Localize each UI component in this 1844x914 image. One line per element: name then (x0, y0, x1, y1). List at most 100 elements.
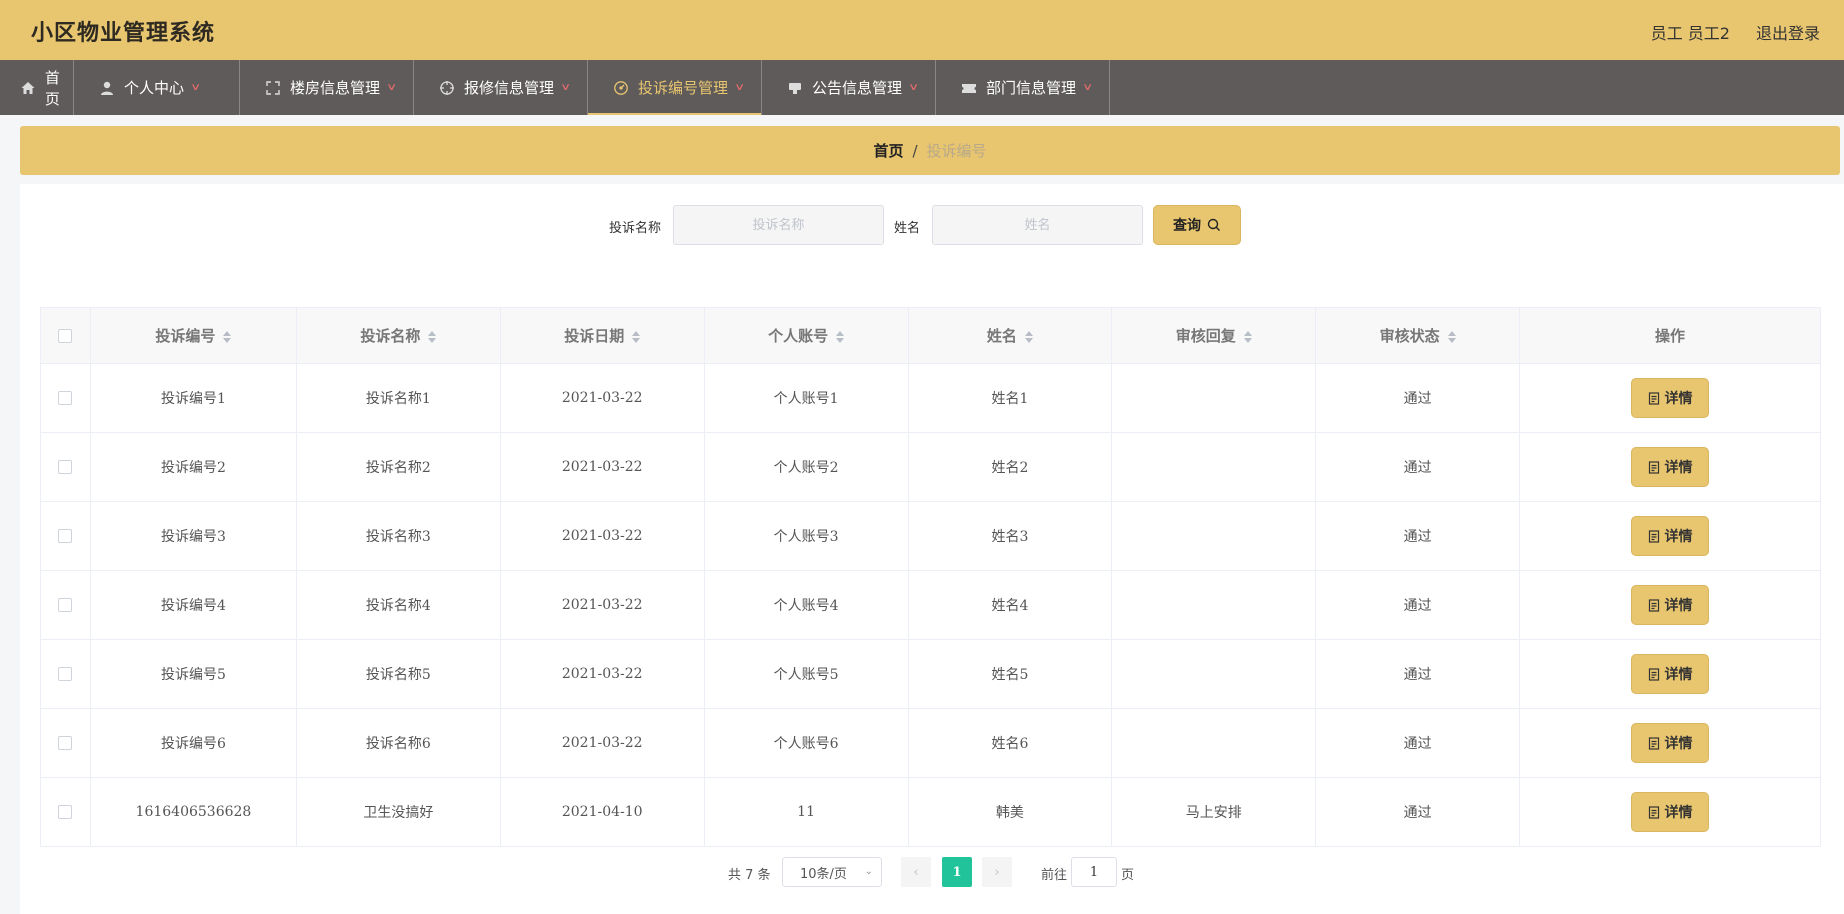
table-cell: 通过 (1315, 501, 1521, 571)
table-cell: 投诉名称1 (295, 363, 501, 433)
nav-item-5[interactable]: 公告信息管理 ∨ (762, 60, 936, 115)
detail-button[interactable]: 详情 (1631, 723, 1710, 763)
search-icon (1207, 218, 1221, 232)
nav-item-3[interactable]: 报修信息管理 ∨ (414, 60, 588, 115)
table-cell: 个人账号6 (703, 708, 909, 778)
table-cell: 2021-03-22 (499, 570, 705, 640)
column-header[interactable]: 审核回复 (1111, 307, 1317, 364)
table-cell: 通过 (1315, 363, 1521, 433)
column-header[interactable]: 投诉编号 (89, 307, 297, 364)
table-cell: 投诉名称4 (295, 570, 501, 640)
row-select-cell (40, 639, 91, 709)
table-cell (1111, 363, 1317, 433)
detail-button[interactable]: 详情 (1631, 792, 1710, 832)
search-button[interactable]: 查询 (1153, 205, 1241, 245)
speedometer-icon (612, 79, 630, 97)
column-header-label: 姓名 (986, 327, 1017, 345)
document-icon (1648, 736, 1660, 750)
column-header[interactable]: 姓名 (907, 307, 1113, 364)
nav-item-6[interactable]: 部门信息管理 ∨ (936, 60, 1110, 115)
column-header-label: 投诉名称 (360, 327, 421, 345)
detail-button[interactable]: 详情 (1631, 516, 1710, 556)
goto-unit: 页 (1121, 868, 1135, 883)
table-cell: 个人账号1 (703, 363, 909, 433)
logout-link[interactable]: 退出登录 (1756, 20, 1820, 44)
table-cell: 个人账号4 (703, 570, 909, 640)
table-cell: 卫生没搞好 (295, 777, 501, 847)
row-checkbox[interactable] (58, 529, 73, 543)
sort-icon[interactable] (632, 330, 641, 343)
page-size-select[interactable]: 10条/页 ⌄ (782, 857, 882, 887)
document-icon (1648, 805, 1660, 819)
table-cell: 个人账号2 (703, 432, 909, 502)
column-header-label: 投诉日期 (564, 327, 625, 345)
sort-icon[interactable] (428, 330, 437, 343)
column-header[interactable]: 投诉日期 (499, 307, 705, 364)
detail-button[interactable]: 详情 (1631, 378, 1710, 418)
action-cell: 详情 (1519, 501, 1821, 571)
table-cell: 通过 (1315, 777, 1521, 847)
column-header[interactable]: 审核状态 (1315, 307, 1521, 364)
table-cell: 投诉名称6 (295, 708, 501, 778)
table-row: 投诉编号4 投诉名称4 2021-03-22 个人账号4 姓名4 通过 详情 (40, 570, 1821, 640)
detail-button[interactable]: 详情 (1631, 585, 1710, 625)
table-row: 投诉编号6 投诉名称6 2021-03-22 个人账号6 姓名6 通过 详情 (40, 708, 1821, 778)
sort-icon[interactable] (223, 330, 232, 343)
complaint-name-input[interactable] (673, 205, 884, 245)
detail-button-label: 详情 (1664, 460, 1693, 476)
table-cell: 马上安排 (1111, 777, 1317, 847)
detail-button[interactable]: 详情 (1631, 654, 1710, 694)
prev-page-button[interactable]: ‹ (901, 857, 931, 887)
table-cell: 投诉名称5 (295, 639, 501, 709)
next-page-button[interactable]: › (982, 857, 1012, 887)
row-checkbox[interactable] (58, 460, 73, 474)
person-name-label: 姓名 (894, 221, 921, 236)
pagination-total: 共 7 条 (728, 868, 771, 883)
column-header[interactable]: 投诉名称 (295, 307, 501, 364)
chevron-down-icon: ⌄ (864, 866, 873, 877)
detail-button-label: 详情 (1664, 391, 1693, 407)
sort-icon[interactable] (836, 330, 845, 343)
row-select-cell (40, 708, 91, 778)
row-checkbox[interactable] (58, 805, 73, 819)
table-row: 投诉编号3 投诉名称3 2021-03-22 个人账号3 姓名3 通过 详情 (40, 501, 1821, 571)
action-cell: 详情 (1519, 432, 1821, 502)
column-header[interactable]: 个人账号 (703, 307, 909, 364)
sort-icon[interactable] (1243, 330, 1252, 343)
table-cell: 姓名3 (907, 501, 1113, 571)
document-icon (1648, 529, 1660, 543)
table-cell: 投诉编号3 (89, 501, 297, 571)
detail-button-label: 详情 (1664, 598, 1693, 614)
detail-button[interactable]: 详情 (1631, 447, 1710, 487)
nav-item-label: 部门信息管理 (986, 79, 1077, 97)
nav-item-4[interactable]: 投诉编号管理 ∨ (588, 60, 762, 115)
top-header: 小区物业管理系统 员工 员工2 退出登录 (0, 0, 1844, 60)
goto-page-input[interactable] (1071, 857, 1117, 887)
breadcrumb-current: 投诉编号 (926, 142, 987, 160)
nav-item-2[interactable]: 楼房信息管理 ∨ (240, 60, 414, 115)
select-all-checkbox[interactable] (58, 329, 73, 343)
table-cell: 投诉编号5 (89, 639, 297, 709)
table-cell: 韩美 (907, 777, 1113, 847)
row-checkbox[interactable] (58, 391, 73, 405)
person-name-input[interactable] (932, 205, 1143, 245)
sort-icon[interactable] (1024, 330, 1033, 343)
aim-icon (438, 79, 456, 97)
page-size-value: 10条/页 (800, 866, 847, 882)
page-number-current[interactable]: 1 (942, 857, 972, 887)
fullscreen-icon (264, 79, 282, 97)
chevron-down-icon: ∨ (908, 82, 920, 93)
row-checkbox[interactable] (58, 667, 73, 681)
row-select-cell (40, 501, 91, 571)
row-checkbox[interactable] (58, 736, 73, 750)
nav-item-0[interactable]: 首页 (0, 60, 74, 115)
complaint-name-label: 投诉名称 (609, 221, 662, 236)
sort-icon[interactable] (1447, 330, 1456, 343)
breadcrumb-home[interactable]: 首页 (873, 140, 903, 161)
table-cell: 投诉名称2 (295, 432, 501, 502)
table-cell: 姓名5 (907, 639, 1113, 709)
chevron-down-icon: ∨ (386, 82, 398, 93)
breadcrumb-separator: / (912, 141, 918, 160)
row-checkbox[interactable] (58, 598, 73, 612)
nav-item-1[interactable]: 个人中心 ∨ (74, 60, 240, 115)
